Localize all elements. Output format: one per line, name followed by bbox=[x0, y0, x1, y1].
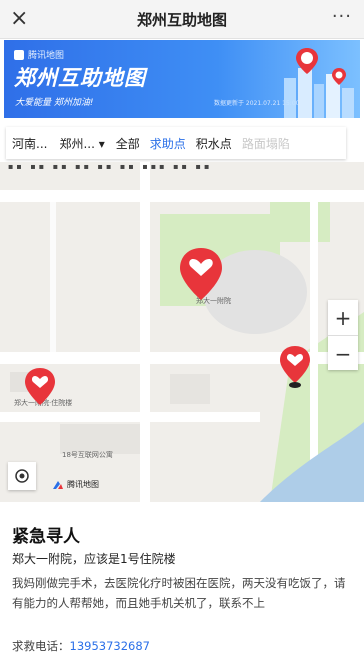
province-select[interactable]: 河南... bbox=[6, 135, 53, 152]
help-info-panel: 紧急寻人 郑大一附院，应该是1号住院楼 我妈刚做完手术，去医院化疗时被困在医院，… bbox=[0, 504, 364, 666]
street-labels-top: ▪▪ ▪▪ ▪▪ ▪▪ ▪▪ ▪▪ ▪▪▪ ▪▪ ▪▪ bbox=[8, 162, 213, 171]
phone-label: 求救电话： bbox=[12, 639, 70, 653]
city-select[interactable]: 郑州... ▾ bbox=[53, 135, 110, 152]
filter-all[interactable]: 全部 bbox=[111, 135, 145, 152]
help-marker-right[interactable] bbox=[277, 345, 313, 389]
zoom-out-button[interactable]: − bbox=[328, 336, 358, 371]
help-marker-left[interactable] bbox=[22, 367, 58, 409]
locate-icon bbox=[15, 469, 29, 483]
city-skyline-illustration bbox=[284, 48, 354, 118]
help-marker-main[interactable] bbox=[176, 246, 226, 304]
filter-flood-points[interactable]: 积水点 bbox=[191, 135, 237, 152]
poi-label-apartment: 18号互联网公寓 bbox=[62, 451, 113, 459]
brand-logo: 腾讯地图 bbox=[14, 48, 64, 61]
help-heading: 紧急寻人 bbox=[12, 527, 80, 547]
tencent-map-logo-icon bbox=[14, 49, 24, 60]
tencent-logo-icon bbox=[53, 480, 63, 489]
help-location: 郑大一附院，应该是1号住院楼 bbox=[12, 552, 176, 566]
header-banner: 腾讯地图 郑州互助地图 大爱能量 郑州加油! 数据更新于 2021.07.21 … bbox=[4, 40, 360, 118]
locate-button[interactable] bbox=[8, 462, 36, 490]
top-navigation-bar: × 郑州互助地图 ··· bbox=[0, 0, 364, 39]
help-description: 我妈刚做完手术，去医院化疗时被困在医院，两天没有吃饭了，请有能力的人帮帮她，而且… bbox=[12, 576, 346, 610]
map-area[interactable]: ▪▪ ▪▪ ▪▪ ▪▪ ▪▪ ▪▪ ▪▪▪ ▪▪ ▪▪ 郑大一附院 郑大一附院·… bbox=[0, 162, 364, 502]
zoom-controls: + − bbox=[328, 300, 358, 370]
zoom-in-button[interactable]: + bbox=[328, 300, 358, 335]
phone-number-link[interactable]: 13953732687 bbox=[70, 639, 150, 653]
map-provider-name: 腾讯地图 bbox=[67, 480, 99, 489]
brand-name: 腾讯地图 bbox=[28, 51, 65, 61]
filter-bar: 河南... 郑州... ▾ 全部 求助点 积水点 路面塌陷 bbox=[6, 127, 346, 159]
page-title: 郑州互助地图 bbox=[136, 10, 227, 29]
filter-road-collapse[interactable]: 路面塌陷 bbox=[237, 135, 295, 152]
filter-help-points[interactable]: 求助点 bbox=[145, 135, 191, 152]
more-options-icon[interactable]: ··· bbox=[332, 6, 352, 27]
help-phone: 求救电话：13953732687 bbox=[12, 638, 150, 654]
chevron-down-icon: ▾ bbox=[98, 136, 105, 151]
close-icon[interactable]: × bbox=[10, 6, 28, 32]
map-provider-logo: 腾讯地图 bbox=[52, 479, 99, 490]
banner-title: 郑州互助地图 bbox=[14, 66, 146, 90]
banner-tagline: 大爱能量 郑州加油! bbox=[15, 98, 94, 108]
city-select-label: 郑州... bbox=[59, 136, 95, 151]
map-background bbox=[0, 162, 364, 502]
